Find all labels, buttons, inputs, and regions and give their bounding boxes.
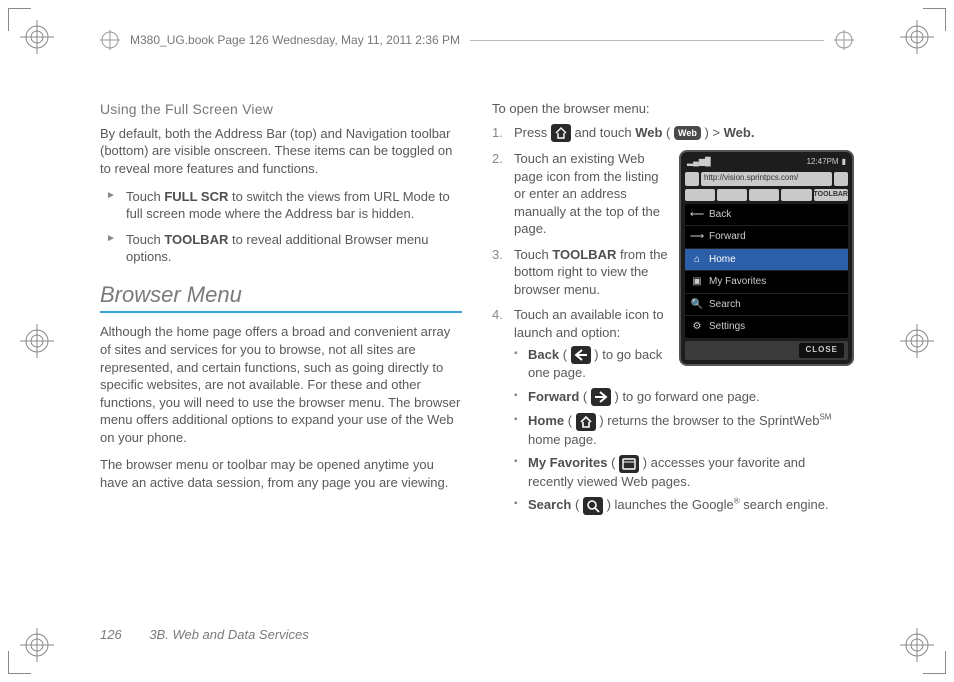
- step-1: Press and touch Web ( Web ) > Web.: [492, 124, 854, 143]
- registration-mark: [20, 628, 54, 662]
- option-forward: Forward ( ) to go forward one page.: [514, 388, 854, 407]
- device-status-bar: ▂▄▆█ 12:47PM▮: [685, 156, 848, 169]
- option-home: Home ( ) returns the browser to the Spri…: [514, 412, 854, 448]
- left-column: Using the Full Screen View By default, b…: [100, 100, 462, 612]
- signal-icon: ▂▄▆█: [687, 157, 711, 168]
- back-arrow-icon: [571, 346, 591, 364]
- page: M380_UG.book Page 126 Wednesday, May 11,…: [0, 0, 954, 682]
- option-back: Back ( ) to go back one page.: [514, 346, 854, 382]
- steps-list: Press and touch Web ( Web ) > Web. ▂▄▆█: [492, 124, 854, 515]
- registration-mark: [20, 324, 54, 358]
- step-2: ▂▄▆█ 12:47PM▮ http://vision.sprintpcs.co…: [492, 150, 854, 238]
- section-label: 3B. Web and Data Services: [149, 627, 308, 642]
- label-full-scr: FULL SCR: [164, 189, 228, 204]
- registration-mark: [20, 20, 54, 54]
- label-toolbar: TOOLBAR: [164, 232, 228, 247]
- search-icon: [583, 497, 603, 515]
- step-4: Touch an available icon to launch and op…: [492, 306, 854, 515]
- options-list: Back ( ) to go back one page. Forward ( …: [514, 346, 854, 515]
- heading-full-screen: Using the Full Screen View: [100, 100, 462, 119]
- right-column: To open the browser menu: Press and touc…: [492, 100, 854, 612]
- registration-mark: [900, 628, 934, 662]
- web-chip-icon: Web: [674, 126, 701, 140]
- section-title-browser-menu: Browser Menu: [100, 280, 462, 310]
- list-item: Touch FULL SCR to switch the views from …: [100, 188, 462, 223]
- registration-mark: [900, 20, 934, 54]
- option-search: Search ( ) launches the Google® search e…: [514, 496, 854, 515]
- device-menu-back: ⟵Back: [685, 204, 848, 227]
- forward-arrow-icon: ⟶: [691, 231, 703, 243]
- target-icon: [834, 30, 854, 50]
- target-icon: [100, 30, 120, 50]
- header-rule: [470, 40, 824, 41]
- list-item: Touch TOOLBAR to reveal additional Brows…: [100, 231, 462, 266]
- nav-prev-icon: [685, 172, 699, 186]
- nav-next-icon: [834, 172, 848, 186]
- device-address-bar: http://vision.sprintpcs.com/: [685, 172, 848, 186]
- web-label: Web: [635, 125, 662, 140]
- web-label-2: Web.: [724, 125, 755, 140]
- paragraph: Although the home page offers a broad an…: [100, 323, 462, 446]
- back-arrow-icon: ⟵: [691, 209, 703, 221]
- page-number: 126: [100, 627, 122, 642]
- label-toolbar: TOOLBAR: [552, 247, 616, 262]
- device-toolbar: TOOLBAR: [685, 189, 848, 201]
- battery-icon: ▮: [842, 157, 846, 168]
- home-icon: [576, 413, 596, 431]
- home-key-icon: [551, 124, 571, 142]
- page-header: M380_UG.book Page 126 Wednesday, May 11,…: [100, 30, 854, 50]
- step-3: Touch TOOLBAR from the bottom right to v…: [492, 246, 854, 299]
- registration-mark: [900, 324, 934, 358]
- header-text: M380_UG.book Page 126 Wednesday, May 11,…: [130, 32, 460, 48]
- section-rule: [100, 311, 462, 313]
- device-url: http://vision.sprintpcs.com/: [701, 172, 832, 186]
- paragraph: By default, both the Address Bar (top) a…: [100, 125, 462, 178]
- bullet-list: Touch FULL SCR to switch the views from …: [100, 188, 462, 266]
- paragraph: The browser menu or toolbar may be opene…: [100, 456, 462, 491]
- favorites-icon: [619, 455, 639, 473]
- option-favorites: My Favorites ( ) accesses your favorite …: [514, 454, 854, 490]
- device-toolbar-button: TOOLBAR: [814, 189, 848, 201]
- forward-arrow-icon: [591, 388, 611, 406]
- device-time: 12:47PM: [807, 157, 839, 168]
- page-footer: 126 3B. Web and Data Services: [100, 626, 309, 644]
- content: Using the Full Screen View By default, b…: [100, 100, 854, 612]
- lead-text: To open the browser menu:: [492, 100, 854, 118]
- step-2-text: Touch an existing Web page icon from the…: [514, 151, 660, 236]
